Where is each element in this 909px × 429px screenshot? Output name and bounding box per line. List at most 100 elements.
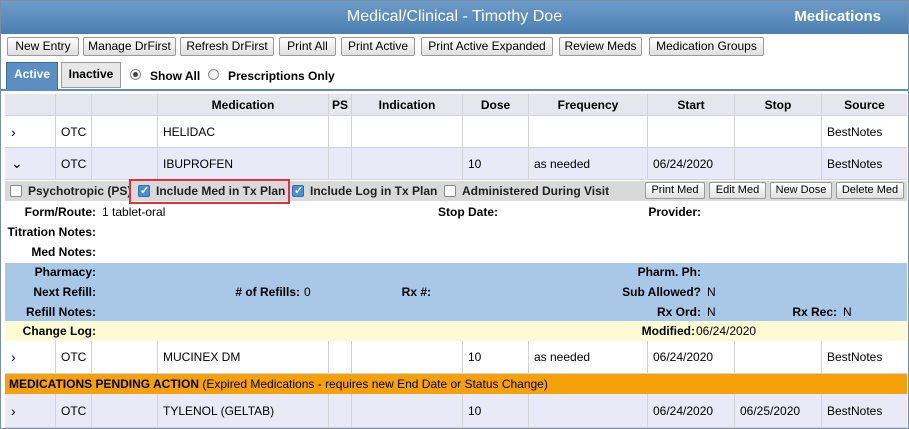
tab-underline: [1, 89, 908, 91]
row-stop: [734, 148, 821, 179]
row-blank: [91, 116, 157, 147]
num-refills-label: # of Refills:: [235, 285, 300, 299]
row-stop: [734, 116, 821, 147]
row-source: BestNotes: [821, 148, 907, 179]
new-dose-button[interactable]: New Dose: [770, 182, 832, 199]
expand-chevron-icon[interactable]: ›: [5, 116, 55, 147]
expand-chevron-icon[interactable]: ›: [5, 341, 55, 373]
row-blank: [91, 341, 157, 373]
row-start: 06/24/2020: [647, 341, 734, 373]
medications-window: Medical/Clinical - Timothy Doe Medicatio…: [0, 0, 909, 429]
row-ps: [328, 148, 351, 179]
row-type: OTC: [55, 341, 91, 373]
row-ps: [328, 341, 351, 373]
form-route-label: Form/Route:: [24, 205, 96, 219]
refill-panel: Pharmacy: Pharm. Ph: Next Refill: # of R…: [5, 263, 907, 321]
edit-med-button[interactable]: Edit Med: [709, 182, 766, 199]
include-log-checkbox[interactable]: [292, 184, 304, 197]
modified-label: Modified:: [641, 324, 695, 338]
psychotropic-checkbox[interactable]: [10, 185, 22, 197]
delete-med-button[interactable]: Delete Med: [836, 182, 904, 199]
medication-groups-button[interactable]: Medication Groups: [649, 37, 764, 56]
row-indication: [351, 116, 462, 147]
header-stop[interactable]: Stop: [734, 94, 821, 115]
titration-notes-label: Titration Notes:: [7, 225, 96, 239]
row-start: [647, 116, 734, 147]
show-all-radio[interactable]: [130, 69, 141, 80]
row-blank: [91, 148, 157, 179]
table-row[interactable]: ⌄ OTC IBUPROFEN 10 as needed 06/24/2020 …: [5, 148, 907, 180]
row-frequency: as needed: [528, 341, 647, 373]
header-source[interactable]: Source: [821, 94, 907, 115]
header-dose[interactable]: Dose: [462, 94, 528, 115]
rx-num-label: Rx #:: [401, 285, 431, 299]
row-dose: 10: [462, 148, 528, 179]
section-title: Medications: [794, 8, 881, 25]
med-notes-label: Med Notes:: [31, 245, 96, 259]
highlight-box: [129, 179, 290, 204]
row-dose: 10: [462, 394, 528, 427]
show-all-label: Show All: [150, 69, 201, 83]
row-medication: IBUPROFEN: [157, 148, 328, 179]
row-blank: [91, 394, 157, 427]
header-ps[interactable]: PS: [328, 94, 351, 115]
pending-title: MEDICATIONS PENDING ACTION: [9, 377, 200, 391]
row-indication: [351, 148, 462, 179]
print-med-button[interactable]: Print Med: [645, 182, 705, 199]
refill-notes-label: Refill Notes:: [25, 305, 96, 319]
row-indication: [351, 394, 462, 427]
row-ps: [328, 394, 351, 427]
pharmacy-label: Pharmacy:: [34, 265, 96, 279]
pending-action-banner: MEDICATIONS PENDING ACTION (Expired Medi…: [5, 374, 907, 394]
table-header: Medication PS Indication Dose Frequency …: [5, 94, 907, 116]
row-medication: TYLENOL (GELTAB): [157, 394, 328, 427]
collapse-chevron-icon[interactable]: ⌄: [5, 148, 55, 179]
manage-drfirst-button[interactable]: Manage DrFirst: [83, 37, 176, 56]
row-start: 06/24/2020: [647, 394, 734, 427]
sub-allowed-value: N: [707, 285, 716, 299]
table-row[interactable]: › OTC TYLENOL (GELTAB) 10 06/24/2020 06/…: [5, 394, 907, 428]
header-type: [55, 94, 91, 115]
expand-chevron-icon[interactable]: ›: [5, 394, 55, 427]
rx-rec-value: N: [843, 305, 852, 319]
next-refill-label: Next Refill:: [33, 285, 96, 299]
change-log-panel: Change Log: Modified: 06/24/2020: [5, 321, 907, 341]
row-frequency: [528, 116, 647, 147]
row-source: BestNotes: [821, 341, 907, 373]
modified-value: 06/24/2020: [696, 324, 757, 338]
row-type: OTC: [55, 394, 91, 427]
row-dose: 10: [462, 341, 528, 373]
row-frequency: as needed: [528, 148, 647, 179]
row-indication: [351, 341, 462, 373]
sub-allowed-label: Sub Allowed?: [622, 285, 701, 299]
provider-label: Provider:: [648, 205, 701, 219]
header-indication[interactable]: Indication: [351, 94, 462, 115]
row-type: OTC: [55, 148, 91, 179]
change-log-label: Change Log:: [22, 324, 96, 338]
new-entry-button[interactable]: New Entry: [7, 37, 79, 56]
tab-inactive[interactable]: Inactive: [61, 62, 121, 88]
num-refills-value: 0: [304, 285, 311, 299]
header-start[interactable]: Start: [647, 94, 734, 115]
tab-active[interactable]: Active: [6, 62, 58, 90]
header-medication[interactable]: Medication: [157, 94, 328, 115]
rx-rec-label: Rx Rec:: [792, 305, 837, 319]
header-frequency[interactable]: Frequency: [528, 94, 647, 115]
window-title: Medical/Clinical - Timothy Doe: [346, 8, 563, 25]
print-active-expanded-button[interactable]: Print Active Expanded: [421, 37, 553, 56]
row-source: BestNotes: [821, 394, 907, 427]
administered-checkbox[interactable]: [444, 185, 456, 197]
title-bar: Medical/Clinical - Timothy Doe Medicatio…: [1, 1, 908, 34]
row-stop: [734, 341, 821, 373]
table-row[interactable]: › OTC HELIDAC BestNotes: [5, 116, 907, 148]
print-active-button[interactable]: Print Active: [341, 37, 415, 56]
refresh-drfirst-button[interactable]: Refresh DrFirst: [180, 37, 274, 56]
pending-note: (Expired Medications - requires new End …: [199, 377, 548, 391]
prescriptions-only-radio[interactable]: [208, 69, 219, 80]
form-route-value: 1 tablet-oral: [102, 205, 166, 219]
row-frequency: [528, 394, 647, 427]
print-all-button[interactable]: Print All: [279, 37, 336, 56]
table-row[interactable]: › OTC MUCINEX DM 10 as needed 06/24/2020…: [5, 341, 907, 374]
row-medication: HELIDAC: [157, 116, 328, 147]
review-meds-button[interactable]: Review Meds: [559, 37, 642, 56]
